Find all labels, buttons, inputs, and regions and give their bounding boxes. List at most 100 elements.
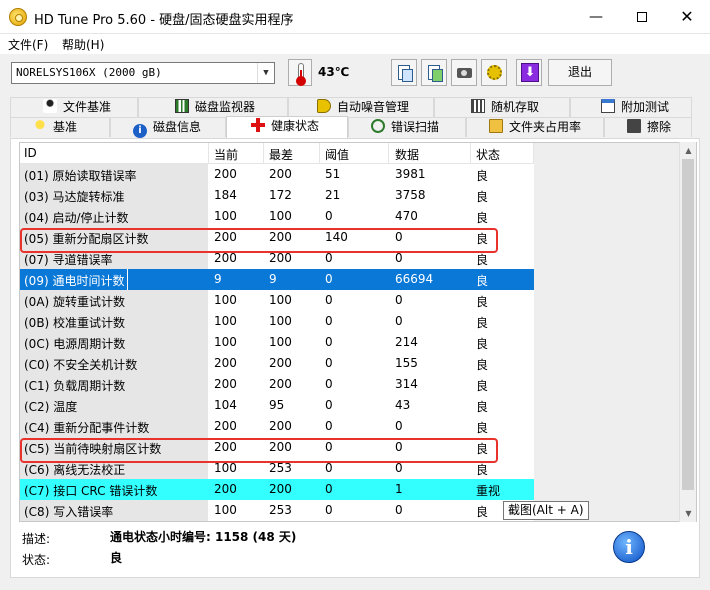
header-id[interactable]: ID [24, 146, 37, 160]
tab-error-scan[interactable]: 错误扫描 [348, 117, 466, 137]
scroll-down-icon[interactable]: ▼ [680, 505, 697, 522]
info-icon[interactable]: i [613, 531, 645, 563]
copy-image-button[interactable] [421, 59, 447, 86]
tab-health[interactable]: 健康状态 [226, 116, 348, 138]
tab-folder-usage[interactable]: 文件夹占用率 [466, 117, 604, 137]
cell-worst: 100 [269, 293, 292, 307]
header-divider [319, 143, 320, 164]
description-text: 通电状态小时编号: 1158 (48 天) [110, 530, 297, 544]
tabs-top: 文件基准 磁盘监视器 自动噪音管理 随机存取 附加测试 [10, 97, 700, 117]
tab-benchmark[interactable]: 基准 [10, 117, 110, 137]
table-row[interactable]: (C8) 写入错误率 100 253 0 0 良 [20, 500, 534, 521]
table-row[interactable]: (09) 通电时间计数 9 9 0 66694 良 [20, 269, 534, 290]
cell-threshold: 0 [325, 377, 333, 391]
table-row[interactable]: (C7) 接口 CRC 错误计数 200 200 0 1 重视 [20, 479, 534, 500]
cell-data: 0 [395, 314, 403, 328]
header-worst[interactable]: 最差 [269, 146, 293, 163]
header-status[interactable]: 状态 [476, 146, 500, 163]
table-row[interactable]: (03) 马达旋转标准 184 172 21 3758 良 [20, 185, 534, 206]
scroll-thumb[interactable] [682, 159, 694, 490]
tab-random-access[interactable]: 随机存取 [434, 97, 570, 117]
cell-worst: 253 [269, 461, 292, 475]
save-button[interactable]: ⬇ [516, 59, 542, 86]
status-label: 状态: [22, 553, 51, 567]
cell-data: 3758 [395, 188, 426, 202]
table-row[interactable]: (C1) 负载周期计数 200 200 0 314 良 [20, 374, 534, 395]
table-row[interactable]: (0A) 旋转重试计数 100 100 0 0 良 [20, 290, 534, 311]
tab-label: 随机存取 [491, 100, 540, 114]
chart-icon [175, 99, 189, 113]
cell-threshold: 0 [325, 272, 333, 286]
header-current[interactable]: 当前 [214, 146, 238, 163]
close-button[interactable]: ✕ [664, 0, 710, 34]
cell-id: (04) 启动/停止计数 [24, 211, 129, 225]
header-divider [470, 143, 471, 164]
table-row[interactable]: (0B) 校准重试计数 100 100 0 0 良 [20, 311, 534, 332]
cell-current: 200 [214, 482, 237, 496]
cell-current: 200 [214, 251, 237, 265]
cell-worst: 253 [269, 503, 292, 517]
tab-label: 文件基准 [63, 100, 112, 114]
tab-extra-tests[interactable]: 附加测试 [570, 97, 692, 117]
copy-icon [398, 65, 413, 82]
menu-file[interactable]: 文件(F) [8, 36, 48, 53]
header-data[interactable]: 数据 [395, 146, 419, 163]
cell-id: (C1) 负载周期计数 [24, 379, 126, 393]
tab-file-benchmark[interactable]: 文件基准 [10, 97, 138, 117]
cell-current: 100 [214, 461, 237, 475]
table-row[interactable]: (04) 启动/停止计数 100 100 0 470 良 [20, 206, 534, 227]
cell-status: 良 [476, 190, 489, 204]
maximize-button[interactable] [619, 0, 665, 34]
copy-text-button[interactable] [391, 59, 417, 86]
cell-data: 314 [395, 377, 418, 391]
tab-erase[interactable]: 擦除 [604, 117, 692, 137]
status-text: 良 [110, 551, 123, 565]
cell-threshold: 0 [325, 503, 333, 517]
cell-status: 良 [476, 295, 489, 309]
chevron-down-icon[interactable]: ▼ [257, 63, 274, 83]
gear-icon [487, 65, 502, 80]
app-icon [9, 8, 27, 26]
table-row[interactable]: (C2) 温度 104 95 0 43 良 [20, 395, 534, 416]
tab-disk-monitor[interactable]: 磁盘监视器 [138, 97, 288, 117]
cell-worst: 200 [269, 482, 292, 496]
options-button[interactable] [481, 59, 507, 86]
table-row[interactable]: (C4) 重新分配事件计数 200 200 0 0 良 [20, 416, 534, 437]
drive-select[interactable]: NORELSYS106X (2000 gB) ▼ [11, 62, 275, 84]
smart-table[interactable]: ID 当前 最差 阈值 数据 状态 (01) 原始读取错误率 200 200 51 39… [19, 142, 697, 522]
title-bar: HD Tune Pro 5.60 - 硬盘/固态硬盘实用程序 — ✕ [0, 0, 710, 34]
cell-id: (01) 原始读取错误率 [24, 169, 137, 183]
vertical-scrollbar[interactable]: ▲ ▼ [679, 142, 696, 522]
table-row[interactable]: (C0) 不安全关机计数 200 200 0 155 良 [20, 353, 534, 374]
cell-id: (0A) 旋转重试计数 [24, 295, 126, 309]
table-row[interactable]: (0C) 电源周期计数 100 100 0 214 良 [20, 332, 534, 353]
cell-current: 104 [214, 398, 237, 412]
header-threshold[interactable]: 阈值 [325, 146, 349, 163]
health-cross-icon [251, 118, 265, 132]
cell-status: 良 [476, 211, 489, 225]
screenshot-button[interactable] [451, 59, 477, 86]
highlight-box-c5 [20, 438, 498, 463]
exit-button[interactable]: 退出 [548, 59, 612, 86]
cell-threshold: 0 [325, 398, 333, 412]
minimize-button[interactable]: — [573, 0, 619, 34]
cell-worst: 9 [269, 272, 277, 286]
menu-help[interactable]: 帮助(H) [62, 36, 104, 53]
temperature-button[interactable] [288, 59, 312, 86]
cell-data: 155 [395, 356, 418, 370]
cell-status: 良 [476, 337, 489, 351]
tab-disk-info[interactable]: i 磁盘信息 [110, 117, 226, 138]
cell-worst: 200 [269, 419, 292, 433]
tab-label: 错误扫描 [391, 120, 440, 134]
table-row[interactable]: (01) 原始读取错误率 200 200 51 3981 良 [20, 164, 534, 185]
cell-worst: 200 [269, 356, 292, 370]
tab-noise-management[interactable]: 自动噪音管理 [288, 97, 434, 117]
cell-data: 470 [395, 209, 418, 223]
cell-status: 良 [476, 463, 489, 477]
toolbar: NORELSYS106X (2000 gB) ▼ 43℃ ⬇ 退出 [0, 54, 710, 92]
cell-status: 良 [476, 505, 489, 519]
header-divider [388, 143, 389, 164]
scroll-up-icon[interactable]: ▲ [680, 142, 697, 159]
cell-current: 100 [214, 293, 237, 307]
cell-threshold: 0 [325, 356, 333, 370]
